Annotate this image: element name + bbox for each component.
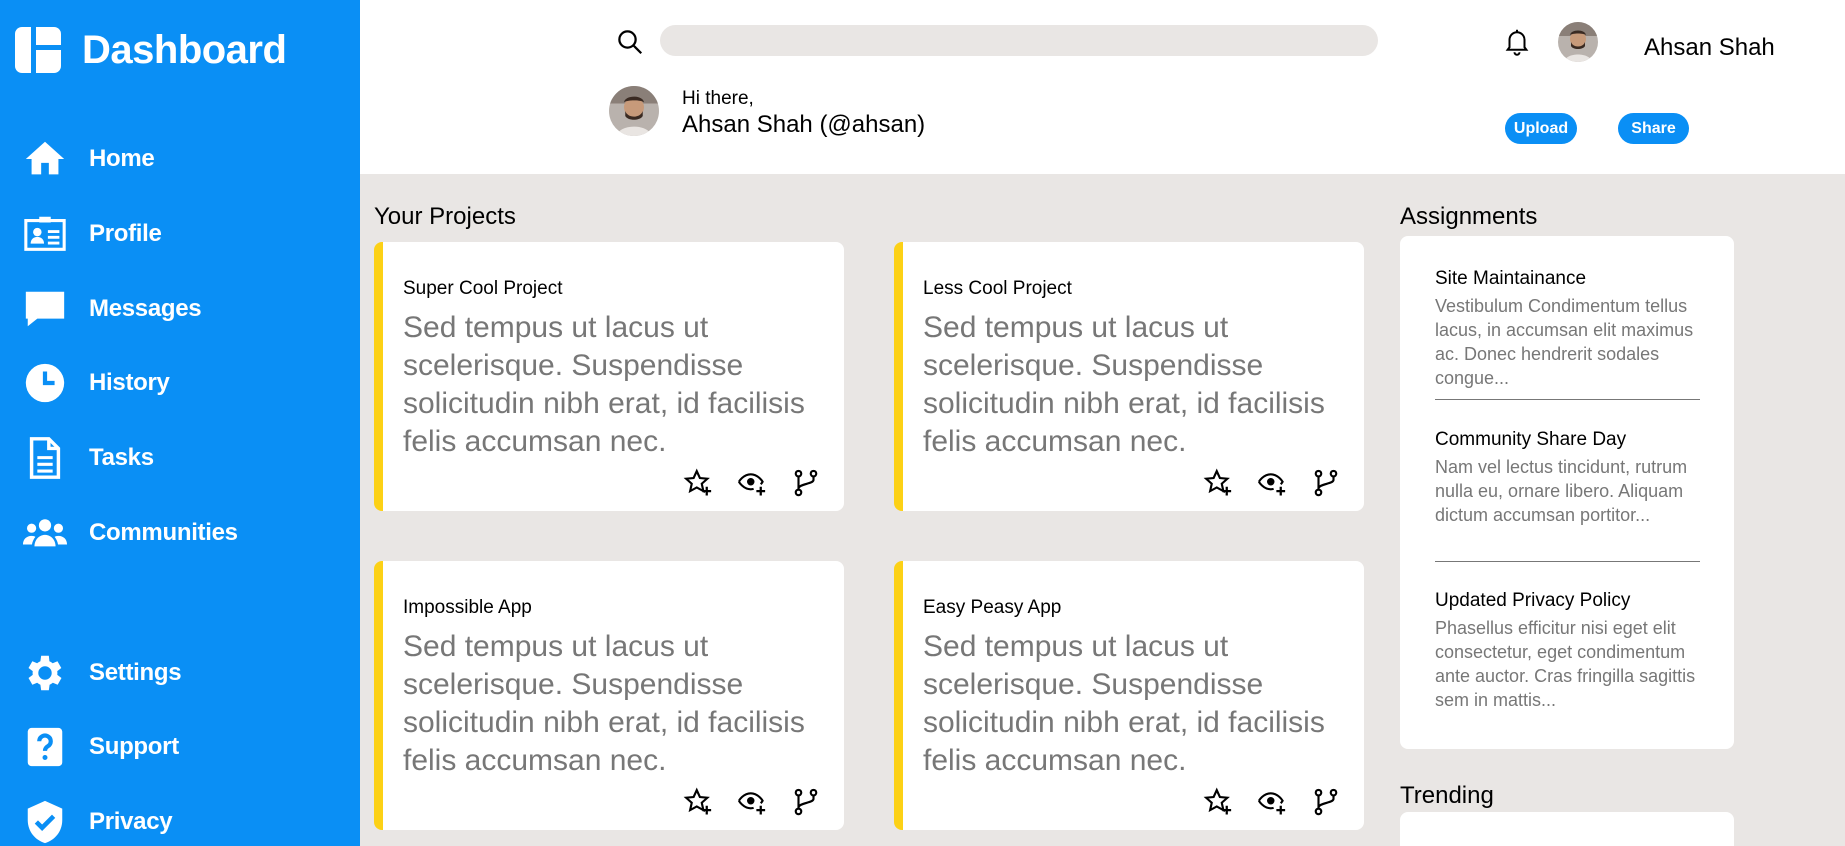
project-title: Impossible App bbox=[403, 597, 532, 618]
project-title: Super Cool Project bbox=[403, 278, 563, 299]
card-actions bbox=[1203, 787, 1364, 817]
sidebar-item-settings[interactable]: Settings bbox=[20, 648, 182, 698]
avatar[interactable] bbox=[1558, 22, 1598, 62]
sidebar-item-profile[interactable]: Profile bbox=[20, 209, 162, 259]
sidebar-item-label: Tasks bbox=[89, 444, 154, 471]
bell-icon[interactable] bbox=[1502, 26, 1532, 56]
watch-add-icon[interactable] bbox=[1257, 787, 1287, 817]
assignments-panel: Site Maintainance Vestibulum Condimentum… bbox=[1400, 236, 1734, 749]
shield-icon bbox=[20, 797, 70, 846]
project-card[interactable]: Less Cool Project Sed tempus ut lacus ut… bbox=[894, 242, 1364, 511]
message-icon bbox=[20, 284, 70, 334]
fork-icon[interactable] bbox=[791, 787, 821, 817]
sidebar-item-messages[interactable]: Messages bbox=[20, 284, 202, 334]
star-add-icon[interactable] bbox=[683, 787, 713, 817]
card-actions bbox=[683, 468, 844, 498]
assignment-title: Community Share Day bbox=[1435, 429, 1627, 450]
card-actions bbox=[683, 787, 844, 817]
greeting-text: Hi there, bbox=[682, 88, 754, 109]
project-description: Sed tempus ut lacus ut scelerisque. Susp… bbox=[403, 311, 805, 458]
project-description: Sed tempus ut lacus ut scelerisque. Susp… bbox=[923, 311, 1325, 458]
project-title: Easy Peasy App bbox=[923, 597, 1062, 618]
project-card[interactable]: Easy Peasy App Sed tempus ut lacus ut sc… bbox=[894, 561, 1364, 830]
assignment-description: Nam vel lectus tincidunt, rutrum nulla e… bbox=[1435, 457, 1688, 525]
sidebar-item-label: Messages bbox=[89, 295, 202, 322]
sidebar-item-communities[interactable]: Communities bbox=[20, 508, 238, 558]
watch-add-icon[interactable] bbox=[1257, 468, 1287, 498]
card-actions bbox=[1203, 468, 1364, 498]
header-user-name[interactable]: Ahsan Shah bbox=[1644, 34, 1775, 62]
watch-add-icon[interactable] bbox=[737, 787, 767, 817]
profile-avatar bbox=[609, 86, 659, 136]
assignment-title: Site Maintainance bbox=[1435, 268, 1587, 289]
assignment-description: Phasellus efficitur nisi eget elit conse… bbox=[1435, 618, 1696, 710]
sidebar-item-home[interactable]: Home bbox=[20, 134, 155, 184]
share-button[interactable]: Share bbox=[1618, 113, 1689, 144]
document-icon bbox=[20, 433, 70, 483]
divider bbox=[1435, 561, 1700, 562]
projects-title: Your Projects bbox=[374, 203, 516, 230]
assignment-description: Vestibulum Condimentum tellus lacus, in … bbox=[1435, 296, 1694, 388]
assignments-title: Assignments bbox=[1400, 203, 1538, 230]
sidebar-item-tasks[interactable]: Tasks bbox=[20, 433, 154, 483]
assignment-item[interactable]: Community Share Day Nam vel lectus tinci… bbox=[1435, 429, 1700, 527]
clock-icon bbox=[20, 358, 70, 408]
sidebar-item-label: Privacy bbox=[89, 808, 173, 835]
star-add-icon[interactable] bbox=[1203, 468, 1233, 498]
dashboard-logo-icon bbox=[15, 27, 61, 73]
fork-icon[interactable] bbox=[791, 468, 821, 498]
sidebar-item-history[interactable]: History bbox=[20, 358, 170, 408]
project-card[interactable]: Impossible App Sed tempus ut lacus ut sc… bbox=[374, 561, 844, 830]
project-description: Sed tempus ut lacus ut scelerisque. Susp… bbox=[403, 630, 805, 777]
project-description: Sed tempus ut lacus ut scelerisque. Susp… bbox=[923, 630, 1325, 777]
sidebar: Dashboard Home Profile Messages History … bbox=[0, 0, 360, 846]
search-icon[interactable] bbox=[615, 27, 645, 57]
sidebar-item-label: Communities bbox=[89, 519, 238, 546]
people-icon bbox=[20, 508, 70, 558]
assignment-title: Updated Privacy Policy bbox=[1435, 590, 1631, 611]
sidebar-item-privacy[interactable]: Privacy bbox=[20, 797, 173, 846]
sidebar-item-support[interactable]: Support bbox=[20, 722, 179, 772]
search-input[interactable] bbox=[660, 25, 1378, 56]
fork-icon[interactable] bbox=[1311, 468, 1341, 498]
assignment-item[interactable]: Updated Privacy Policy Phasellus efficit… bbox=[1435, 590, 1700, 712]
id-card-icon bbox=[20, 209, 70, 259]
star-add-icon[interactable] bbox=[683, 468, 713, 498]
gear-icon bbox=[20, 648, 70, 698]
brand[interactable]: Dashboard bbox=[14, 26, 287, 74]
sidebar-item-label: Profile bbox=[89, 220, 162, 247]
brand-title: Dashboard bbox=[82, 27, 287, 72]
project-title: Less Cool Project bbox=[923, 278, 1072, 299]
trending-title: Trending bbox=[1400, 782, 1494, 809]
sidebar-item-label: Home bbox=[89, 145, 155, 172]
header: Ahsan Shah Hi there, Ahsan Shah (@ahsan)… bbox=[360, 0, 1845, 174]
assignment-item[interactable]: Site Maintainance Vestibulum Condimentum… bbox=[1435, 268, 1700, 390]
sidebar-item-label: Settings bbox=[89, 659, 182, 686]
greeting-name: Ahsan Shah (@ahsan) bbox=[682, 111, 926, 138]
upload-button[interactable]: Upload bbox=[1505, 113, 1577, 144]
help-icon bbox=[20, 722, 70, 772]
watch-add-icon[interactable] bbox=[737, 468, 767, 498]
trending-panel bbox=[1400, 812, 1734, 846]
sidebar-item-label: Support bbox=[89, 733, 179, 760]
fork-icon[interactable] bbox=[1311, 787, 1341, 817]
home-icon bbox=[20, 134, 70, 184]
star-add-icon[interactable] bbox=[1203, 787, 1233, 817]
divider bbox=[1435, 399, 1700, 400]
project-card[interactable]: Super Cool Project Sed tempus ut lacus u… bbox=[374, 242, 844, 511]
sidebar-item-label: History bbox=[89, 369, 170, 396]
